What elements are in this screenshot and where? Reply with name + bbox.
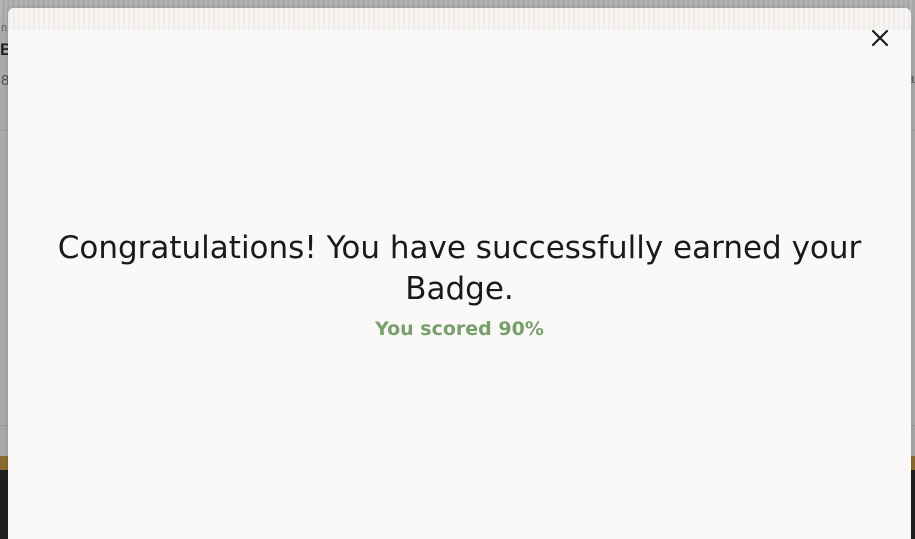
background-small-text: n: [1, 22, 8, 34]
congratulations-message: Congratulations! You have successfully e…: [57, 230, 862, 307]
badge-earned-modal: Congratulations! You have successfully e…: [8, 8, 911, 539]
close-icon: [871, 29, 889, 47]
score-text: You scored 90%: [375, 318, 544, 340]
modal-top-texture: [8, 8, 911, 30]
close-button[interactable]: [866, 24, 894, 52]
